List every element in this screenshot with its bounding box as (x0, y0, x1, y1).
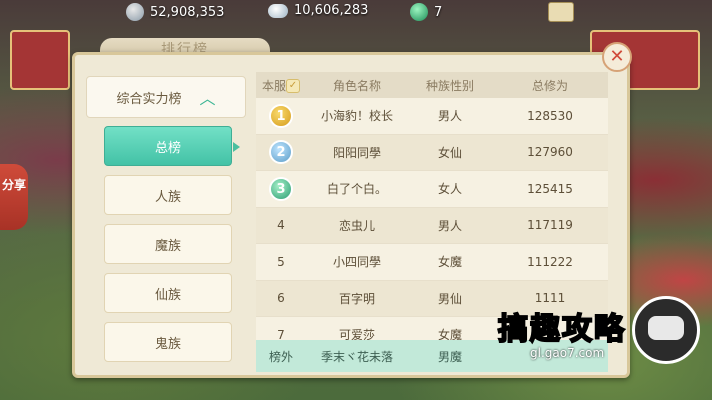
share-label: 分享 (1, 178, 26, 192)
row-name: 阳阳同學 (332, 145, 381, 160)
currency-cloud: 10,606,283 (268, 3, 368, 18)
filter-label: 总榜 (154, 140, 181, 156)
currency-silver-value: 52,908,353 (150, 4, 225, 20)
my-name: 季末ヾ花未落 (320, 349, 393, 364)
currency-jade: 7 (410, 3, 442, 21)
row-race: 男仙 (437, 291, 462, 306)
table-row[interactable]: 3 白了个白。 女人 125415 (256, 171, 608, 208)
silver-medal-icon: 2 (269, 140, 293, 165)
filter-demon[interactable]: 魔族 (104, 224, 232, 264)
row-power: 111222 (527, 254, 573, 269)
filter-immortal[interactable]: 仙族 (104, 273, 232, 313)
gift-box-icon[interactable] (548, 2, 574, 22)
close-icon[interactable]: ✕ (602, 42, 632, 72)
gold-medal-icon: 1 (269, 103, 293, 128)
row-race: 女仙 (437, 145, 462, 160)
row-name: 小四同學 (332, 255, 381, 270)
filter-label: 魔族 (154, 238, 181, 254)
table-row[interactable]: 5 小四同學 女魔 111222 (256, 244, 608, 281)
row-power: 125415 (527, 181, 573, 196)
share-button[interactable]: 分享 (0, 164, 28, 230)
chevron-up-icon: ︿ (199, 89, 216, 108)
row-name: 百字明 (338, 291, 375, 306)
row-rank: 2 (256, 140, 306, 165)
category-sidebar: 综合实力榜 ︿ 总榜 人族 魔族 仙族 鬼族 (86, 76, 246, 370)
currency-jade-value: 7 (434, 4, 443, 20)
resource-bar: 52,908,353 10,606,283 7 (0, 0, 712, 26)
my-rank-row: 榜外 季末ヾ花未落 男魔 (256, 340, 608, 372)
row-name: 恋虫儿 (338, 218, 375, 233)
row-rank: 6 (277, 291, 285, 306)
cloud-coin-icon (268, 3, 288, 18)
filter-human[interactable]: 人族 (104, 175, 232, 215)
filter-ghost[interactable]: 鬼族 (104, 322, 232, 362)
bronze-medal-icon: 3 (269, 176, 293, 201)
currency-silver: 52,908,353 (126, 3, 224, 21)
row-rank: 4 (277, 218, 285, 233)
table-body: 1 小海豹！校长 男人 128530 2 阳阳同學 女仙 127960 3 白了个白。 女人 1254… (256, 98, 608, 354)
row-name: 小海豹！校长 (320, 109, 393, 124)
header-server[interactable]: 本服 ✓ (256, 77, 306, 94)
header-race: 种族性别 (425, 78, 474, 93)
header-name: 角色名称 (332, 78, 381, 93)
row-power: 1111 (534, 291, 566, 306)
table-row[interactable]: 2 阳阳同學 女仙 127960 (256, 134, 608, 171)
category-dropdown-label: 综合实力榜 (116, 91, 182, 107)
row-power: 128530 (527, 108, 573, 123)
filter-label: 人族 (154, 189, 181, 205)
ranking-table: 本服 ✓ 角色名称 种族性别 总修为 1 小海豹！校长 男人 128530 2 阳阳同學 女仙… (256, 72, 608, 372)
filter-label: 仙族 (154, 287, 181, 303)
row-race: 女魔 (437, 255, 462, 270)
row-rank: 3 (256, 176, 306, 201)
header-server-label: 本服 (261, 78, 286, 93)
header-power: 总修为 (531, 78, 568, 93)
row-name: 白了个白。 (326, 182, 387, 197)
table-row[interactable]: 1 小海豹！校长 男人 128530 (256, 98, 608, 135)
row-power: 117119 (527, 218, 573, 233)
table-header: 本服 ✓ 角色名称 种族性别 总修为 (256, 72, 608, 98)
filter-label: 鬼族 (154, 336, 181, 352)
currency-cloud-value: 10,606,283 (294, 3, 369, 18)
category-dropdown[interactable]: 综合实力榜 ︿ (86, 76, 246, 118)
row-power: 127960 (527, 145, 573, 160)
filter-all[interactable]: 总榜 (104, 126, 240, 166)
row-rank: 1 (256, 103, 306, 128)
table-row[interactable]: 6 百字明 男仙 1111 (256, 280, 608, 317)
silver-coin-icon (126, 3, 144, 21)
row-race: 女人 (437, 182, 462, 197)
race-filter-list: 总榜 人族 魔族 仙族 鬼族 (104, 126, 240, 371)
row-rank: 5 (277, 254, 285, 269)
row-race: 男人 (437, 109, 462, 124)
background-building (10, 30, 70, 90)
my-race: 男魔 (437, 349, 462, 364)
checkbox-icon[interactable]: ✓ (286, 79, 300, 93)
my-rank: 榜外 (268, 349, 293, 364)
jade-icon (410, 3, 428, 21)
row-race: 男人 (437, 218, 462, 233)
table-row[interactable]: 4 恋虫儿 男人 117119 (256, 207, 608, 244)
